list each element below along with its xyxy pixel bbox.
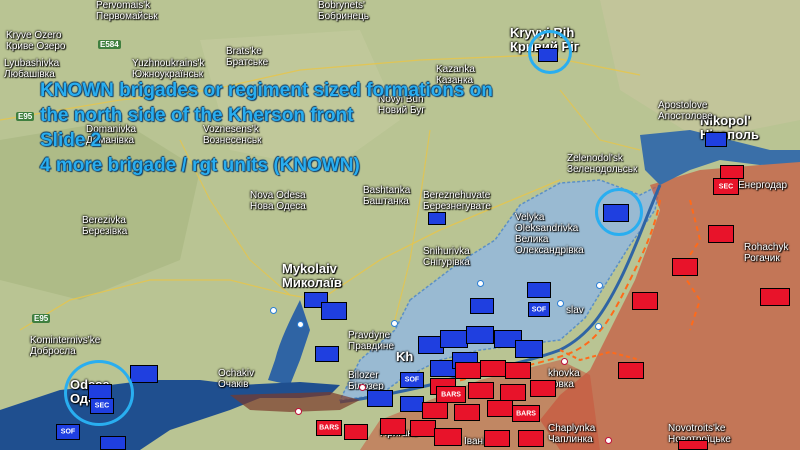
place-berezivka: Berezivka Березівка	[82, 215, 128, 237]
map[interactable]: Pervomais'k Первомайськ Bobrynets' Бобрине…	[0, 0, 800, 450]
ukraine-unit-marker[interactable]: SOF	[56, 424, 80, 440]
russia-unit-marker[interactable]	[455, 362, 481, 379]
place-kryve-ozero: Kryve Ozero Криве Озеро	[6, 30, 66, 52]
russia-unit-marker[interactable]	[530, 380, 556, 397]
russia-unit-marker[interactable]	[454, 404, 480, 421]
location-dot	[595, 323, 602, 330]
location-dot	[297, 321, 304, 328]
place-vyslav: slav	[566, 305, 584, 316]
place-chaplynka: Chaplynka Чаплинка	[548, 423, 596, 445]
overlay-line-3: Slide 2	[40, 130, 102, 151]
place-bereznehuvate: Bereznehuvate Березнегувате	[423, 190, 491, 212]
russia-unit-marker[interactable]	[487, 400, 513, 417]
unit-label-sec: SEC	[718, 183, 734, 190]
ukraine-unit-marker[interactable]	[515, 340, 543, 358]
place-mykolaiv: Mykolaiv Миколаїв	[282, 261, 342, 290]
ukraine-unit-marker[interactable]	[440, 330, 468, 348]
russia-unit-marker[interactable]	[410, 420, 436, 437]
place-energodar: Енергодар	[738, 180, 788, 191]
russia-unit-marker[interactable]	[422, 402, 448, 419]
ukraine-unit-marker[interactable]	[705, 132, 727, 147]
ukraine-unit-marker[interactable]	[321, 302, 347, 320]
ukraine-unit-marker[interactable]: SOF	[528, 302, 550, 317]
highlight-ring	[64, 360, 134, 426]
ukraine-unit-marker[interactable]	[400, 396, 424, 412]
road-shield-e95: E95	[32, 314, 51, 323]
unit-label-sof: SOF	[404, 376, 420, 384]
russia-unit-marker[interactable]	[672, 258, 698, 276]
russia-unit-marker[interactable]	[518, 430, 544, 447]
overlay-line-2: the north side of the Kherson front	[40, 105, 354, 126]
russia-unit-marker[interactable]: BARS	[316, 420, 342, 436]
place-pervomaisk: Pervomais'k Первомайськ	[96, 0, 158, 22]
overlay-line-4: 4 more brigade / rgt units (KNOWN)	[40, 155, 360, 176]
location-dot	[557, 300, 564, 307]
russia-unit-marker[interactable]	[468, 382, 494, 399]
location-dot	[295, 408, 302, 415]
overlay-line-1: KNOWN brigades or regiment sized formati…	[40, 80, 493, 101]
place-kominternivske: Kominternivs'ke Добросла	[30, 335, 101, 357]
location-dot	[391, 320, 398, 327]
russia-unit-marker[interactable]	[632, 292, 658, 310]
highlight-ring	[595, 188, 643, 236]
highlight-ring	[528, 30, 572, 74]
place-zelenodolsk: Zelenodol'sk Зеленодольськ	[567, 153, 638, 175]
russia-unit-marker[interactable]: BARS	[436, 386, 466, 403]
road-shield-e584: E584	[98, 40, 121, 49]
place-velyka-oleksandrivka: Velyka Oleksandrivka Велика Олександрівка	[515, 212, 584, 256]
ukraine-unit-marker[interactable]: SOF	[400, 372, 424, 388]
russia-unit-marker[interactable]: BARS	[512, 405, 540, 422]
place-nova-odesa: Nova Odesa Нова Одеса	[250, 190, 306, 212]
ukraine-unit-marker[interactable]	[100, 436, 126, 450]
russia-unit-marker[interactable]	[760, 288, 790, 306]
ukraine-unit-marker[interactable]	[470, 298, 494, 314]
location-dot	[561, 358, 568, 365]
russia-unit-marker[interactable]	[708, 225, 734, 243]
russia-unit-marker[interactable]	[678, 440, 708, 450]
unit-label-bars: BARS	[441, 391, 461, 398]
place-bobrynets: Bobrynets' Бобринець	[318, 0, 370, 22]
location-dot	[359, 384, 366, 391]
location-dot	[477, 280, 484, 287]
russia-unit-marker[interactable]	[484, 430, 510, 447]
location-dot	[605, 437, 612, 444]
russia-unit-marker[interactable]	[344, 424, 368, 440]
ukraine-unit-marker[interactable]	[367, 390, 393, 407]
ukraine-unit-marker[interactable]	[428, 212, 446, 225]
place-pravdyne: Pravdyne Правдине	[348, 330, 395, 352]
place-bratske: Brats'ke Братське	[226, 46, 269, 68]
slide-title-overlay: KNOWN brigades or regiment sized formati…	[40, 78, 493, 178]
location-dot	[270, 307, 277, 314]
russia-unit-marker[interactable]	[505, 362, 531, 379]
russia-unit-marker[interactable]	[480, 360, 506, 377]
unit-label-sof: SOF	[60, 428, 76, 436]
russia-unit-marker[interactable]: SEC	[713, 178, 739, 195]
unit-label-bars: BARS	[319, 424, 339, 432]
place-bilozerka: BilozerБілозер	[348, 370, 384, 392]
place-lyubashivka: Lyubashivka Любашівка	[4, 58, 60, 80]
place-snihurivka: Snihurivka Снігурівка	[423, 246, 470, 268]
ukraine-unit-marker[interactable]	[315, 346, 339, 362]
place-ochakiv: Ochakiv Очаків	[218, 368, 255, 390]
unit-label-bars: BARS	[516, 410, 536, 417]
russia-unit-marker[interactable]	[380, 418, 406, 435]
place-rohachyk: Rohachyk Рогачик	[744, 242, 789, 264]
place-apostolove: Apostolove Апостолове	[658, 100, 713, 122]
place-bashtanka: Bashtanka Баштанка	[363, 185, 411, 207]
russia-unit-marker[interactable]	[500, 384, 526, 401]
ukraine-unit-marker[interactable]	[130, 365, 158, 383]
place-yuzhnoukrainsk: Yuzhnoukrains'k Южноукраїнськ	[132, 58, 205, 80]
russia-unit-marker[interactable]	[618, 362, 644, 379]
russia-unit-marker[interactable]	[434, 428, 462, 446]
russia-unit-marker[interactable]	[720, 165, 744, 179]
road-shield-e95: E95	[16, 112, 35, 121]
unit-label-sof: SOF	[531, 306, 547, 313]
place-kherson: Kh	[396, 349, 414, 364]
ukraine-unit-marker[interactable]	[527, 282, 551, 298]
location-dot	[596, 282, 603, 289]
ukraine-unit-marker[interactable]	[466, 326, 494, 344]
